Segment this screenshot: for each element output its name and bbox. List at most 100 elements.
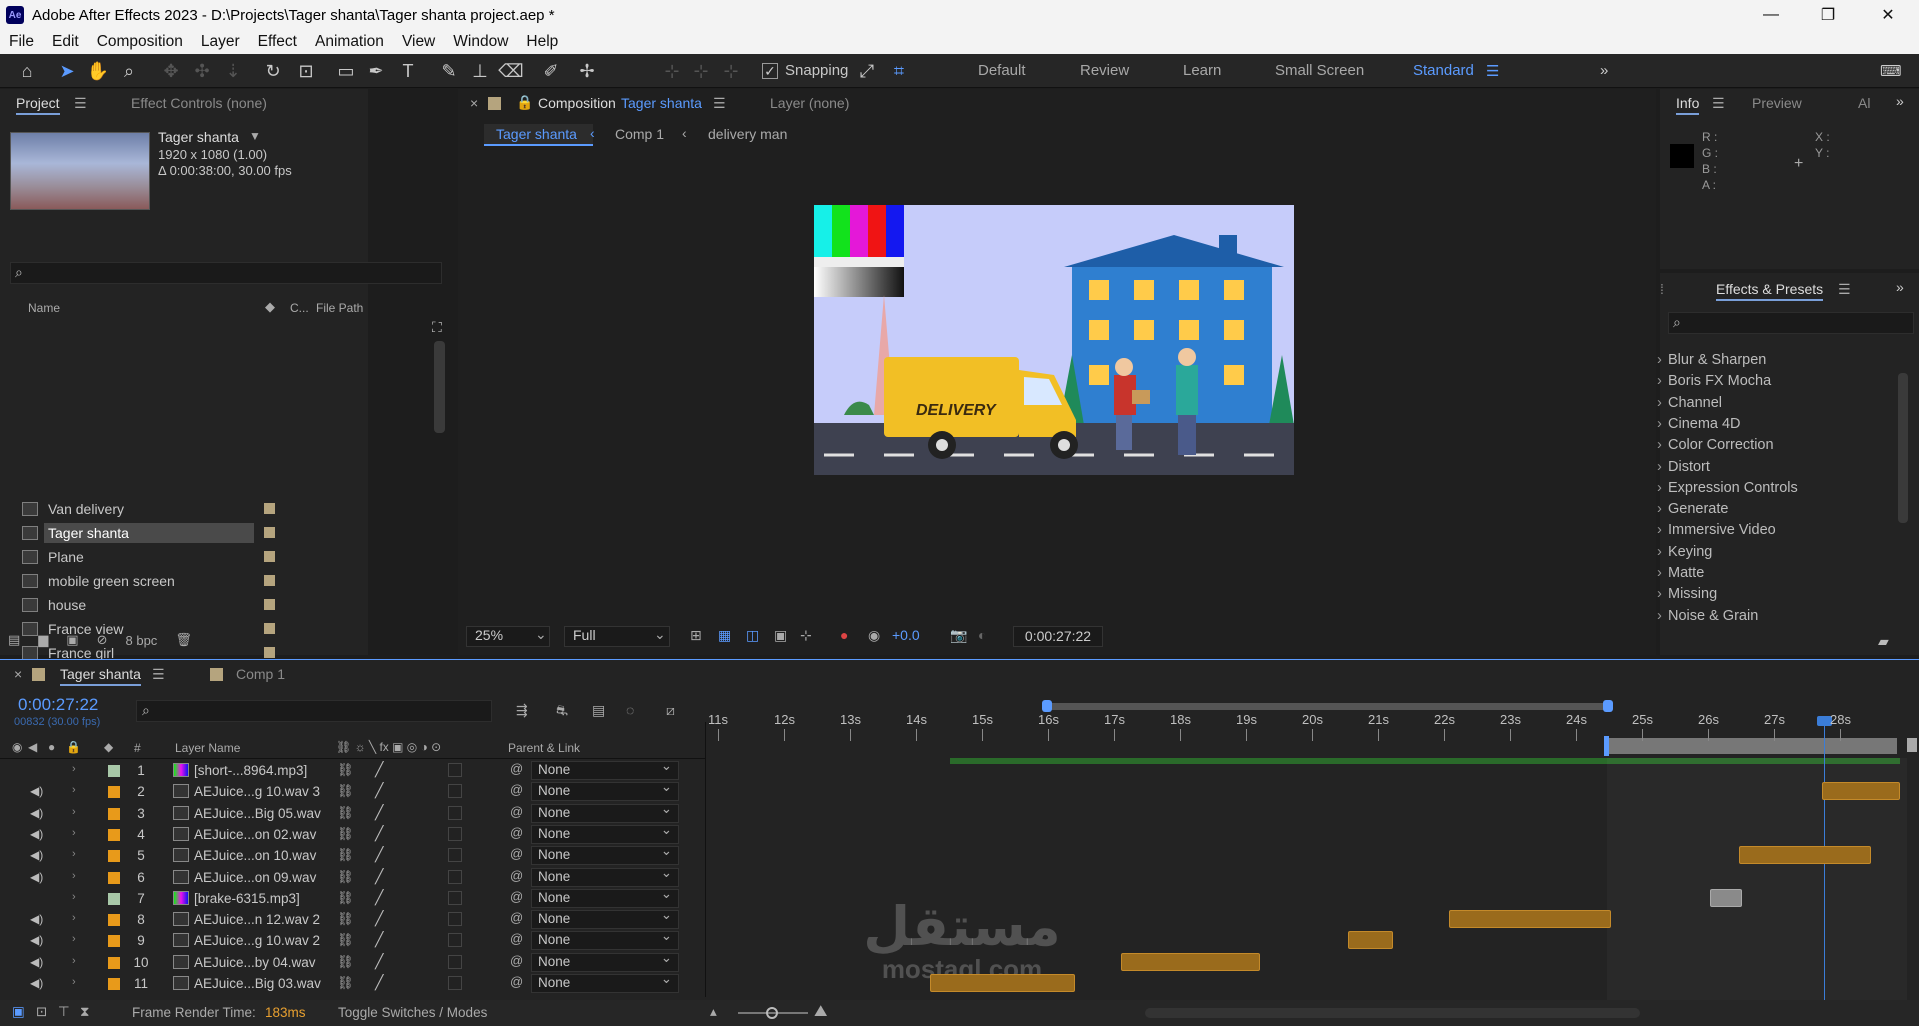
orbit-tool-icon[interactable]: ✥ [160, 60, 182, 82]
layer-name[interactable]: AEJuice...g 10.wav 2 [194, 933, 320, 948]
bit-depth-button[interactable]: 8 bpc [126, 633, 158, 648]
effect-category[interactable]: Channel [1657, 395, 1722, 411]
expand-twirl-icon[interactable]: › [72, 955, 76, 967]
parent-dropdown[interactable]: None [531, 758, 679, 780]
info-menu-icon[interactable]: ☰ [1712, 95, 1725, 112]
layer-duration-bar[interactable] [1121, 952, 1260, 971]
quality-switch-icon[interactable]: ╱ [375, 931, 383, 948]
layer-label-swatch[interactable] [108, 765, 120, 777]
composition-tab-name[interactable]: Tager shanta [621, 95, 702, 111]
timeline-layer-row[interactable]: › 1 [short-...8964.mp3] ⛓ ╱ @ None [0, 758, 1919, 781]
rectangle-tool-icon[interactable]: ▭ [335, 60, 357, 82]
new-folder-icon[interactable]: ▆ [38, 632, 48, 648]
effect-category[interactable]: Cinema 4D [1657, 416, 1740, 432]
parent-dropdown[interactable]: None [531, 865, 679, 887]
pickwhip-icon[interactable]: @ [510, 782, 523, 797]
comp-timecode[interactable]: 0:00:27:22 [1013, 626, 1103, 647]
expand-twirl-icon[interactable]: › [72, 912, 76, 924]
project-item[interactable]: Van delivery [0, 497, 352, 521]
lock-icon[interactable]: 🔒 [516, 94, 533, 111]
layer-name[interactable]: [short-...8964.mp3] [194, 763, 307, 778]
label-swatch[interactable] [264, 575, 275, 586]
timeline-layer-row[interactable]: ◀) › 3 AEJuice...Big 05.wav ⛓ ╱ @ None [0, 801, 1919, 824]
column-name[interactable]: Name [28, 301, 60, 315]
pickwhip-icon[interactable]: @ [510, 825, 523, 840]
exposure-value[interactable]: +0.0 [892, 627, 920, 643]
effect-category[interactable]: Generate [1657, 501, 1729, 517]
column-file-path[interactable]: File Path [316, 301, 363, 315]
parent-dropdown[interactable]: None [531, 971, 679, 993]
comp-button-icon[interactable]: ▣ [12, 1004, 25, 1020]
shy-switch-icon[interactable]: ⛓ [337, 975, 354, 991]
delete-icon[interactable]: 🗑 [175, 632, 192, 648]
comp-dropdown-icon[interactable]: ▼ [249, 129, 261, 143]
roto-brush-icon[interactable]: ✐ [540, 60, 562, 82]
parent-dropdown[interactable]: None [531, 886, 679, 908]
expand-twirl-icon[interactable]: › [72, 976, 76, 988]
effect-category[interactable]: Noise & Grain [1657, 608, 1758, 624]
shy-switch-icon[interactable]: ⛓ [337, 805, 354, 821]
effect-category[interactable]: Immersive Video [1657, 522, 1776, 538]
project-tab[interactable]: Project [16, 95, 60, 115]
shy-switch-icon[interactable]: ⛓ [337, 911, 354, 927]
pan-tool-icon[interactable]: ✣ [191, 60, 213, 82]
breadcrumb-delivery-man[interactable]: delivery man [708, 126, 787, 142]
parent-dropdown[interactable]: None [531, 843, 679, 866]
layer-label-swatch[interactable] [108, 786, 120, 799]
menu-effect[interactable]: Effect [249, 33, 306, 51]
shy-switch-icon[interactable]: ⛓ [337, 954, 354, 970]
workspace-review[interactable]: Review [1080, 62, 1129, 79]
column-comment[interactable]: C... [290, 301, 309, 315]
layer-label-swatch[interactable] [108, 850, 120, 863]
close-timeline-icon[interactable]: × [14, 666, 22, 682]
pickwhip-icon[interactable]: @ [510, 953, 523, 968]
frame-blending-icon[interactable]: ▤ [592, 702, 605, 719]
workspace-menu-icon[interactable]: ☰ [1486, 62, 1499, 80]
layer-name[interactable]: AEJuice...on 10.wav [194, 848, 316, 863]
close-icon[interactable]: ✕ [1865, 0, 1911, 30]
axis-world-icon[interactable]: ⊹ [690, 60, 712, 82]
timing-icon[interactable]: ⧗ [80, 1004, 89, 1020]
layer-label-swatch[interactable] [108, 956, 120, 969]
zoom-in-icon[interactable]: ⛰ [814, 1003, 827, 1021]
expand-twirl-icon[interactable]: › [72, 806, 76, 818]
quality-switch-icon[interactable]: ╱ [375, 825, 383, 842]
project-tab-menu-icon[interactable]: ☰ [74, 95, 87, 112]
switch-box[interactable] [448, 805, 462, 820]
home-icon[interactable]: ⌂ [16, 60, 38, 82]
quality-switch-icon[interactable]: ╱ [375, 953, 383, 970]
parent-link-column[interactable]: Parent & Link [508, 741, 580, 755]
effect-category[interactable]: Blur & Sharpen [1657, 352, 1766, 368]
speaker-icon[interactable]: ◀) [30, 912, 43, 926]
quality-switch-icon[interactable]: ╱ [375, 889, 383, 906]
quality-switch-icon[interactable]: ╱ [375, 761, 383, 778]
lock-column-icon[interactable]: 🔒 [66, 740, 81, 754]
menu-layer[interactable]: Layer [192, 33, 249, 51]
menu-composition[interactable]: Composition [88, 33, 192, 51]
switch-box[interactable] [448, 912, 462, 927]
mask-visibility-icon[interactable]: ◫ [746, 627, 759, 644]
project-item[interactable]: house [0, 593, 352, 617]
effect-category[interactable]: Color Correction [1657, 437, 1774, 453]
pickwhip-icon[interactable]: @ [510, 761, 523, 776]
switch-box[interactable] [448, 848, 462, 863]
timeline-horizontal-scrollbar[interactable] [1145, 1008, 1640, 1018]
timeline-layer-row[interactable]: ◀) › 6 AEJuice...on 09.wav ⛓ ╱ @ None [0, 865, 1919, 888]
layer-name[interactable]: AEJuice...g 10.wav 3 [194, 784, 320, 799]
zoom-out-icon[interactable]: ▴ [710, 1004, 717, 1020]
menu-view[interactable]: View [393, 33, 444, 51]
switch-box[interactable] [448, 869, 462, 884]
menu-help[interactable]: Help [517, 33, 567, 51]
layer-duration-bar[interactable] [1822, 782, 1900, 801]
channel-icon[interactable]: ● [840, 627, 848, 643]
expand-twirl-icon[interactable]: › [72, 933, 76, 945]
timeline-layer-row[interactable]: ◀) › 9 AEJuice...g 10.wav 2 ⛓ ╱ @ None [0, 928, 1919, 951]
dolly-tool-icon[interactable]: ⇣ [222, 60, 244, 82]
more-workspaces-icon[interactable]: » [1600, 62, 1608, 79]
timeline-layer-row[interactable]: ◀) › 5 AEJuice...on 10.wav ⛓ ╱ @ None [0, 843, 1919, 866]
expand-twirl-icon[interactable]: › [72, 870, 76, 882]
layer-name[interactable]: AEJuice...n 12.wav 2 [194, 912, 320, 927]
speaker-icon[interactable]: ◀) [30, 976, 43, 990]
switch-box[interactable] [448, 933, 462, 948]
composition-viewer[interactable]: DELIVERY [814, 205, 1294, 475]
